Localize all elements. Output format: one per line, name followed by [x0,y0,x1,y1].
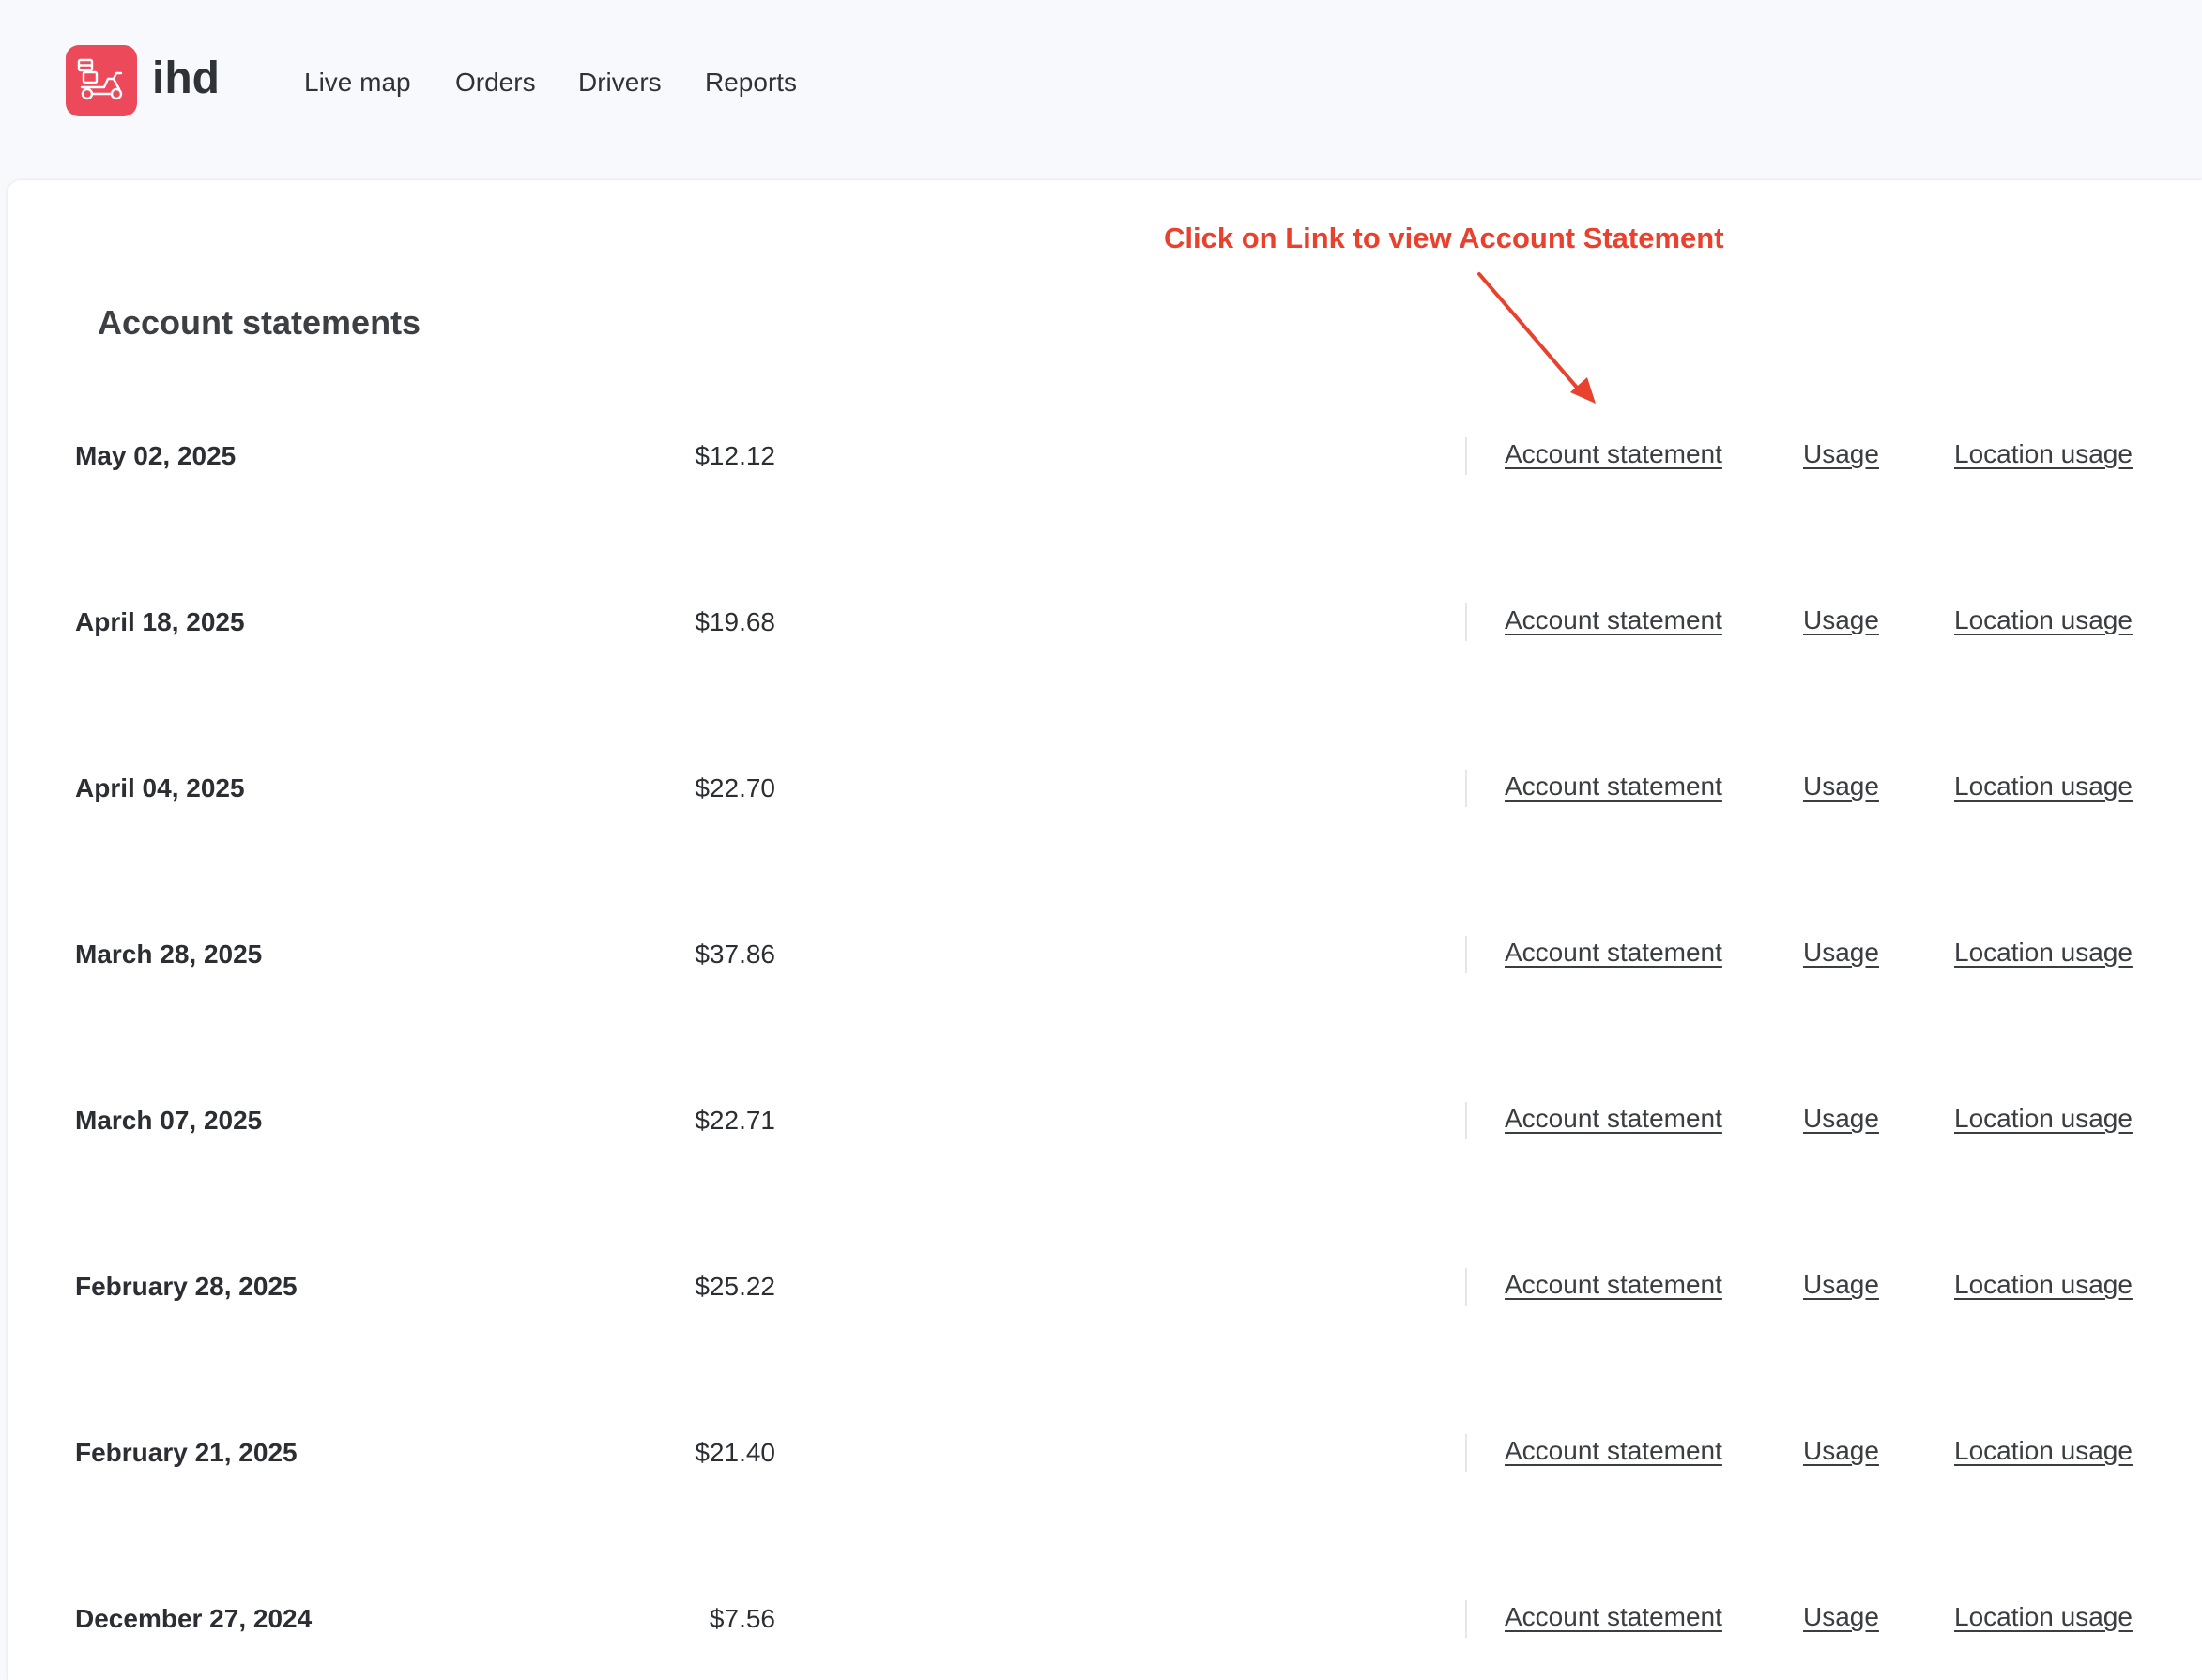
account-statement-link[interactable]: Account statement [1505,1434,1722,1468]
annotation-callout: Click on Link to view Account Statement [1164,221,1724,254]
nav-drivers[interactable]: Drivers [578,64,662,101]
statement-date: February 28, 2025 [75,1272,298,1301]
statement-date: March 28, 2025 [75,939,263,969]
location-usage-link[interactable]: Location usage [1954,1268,2133,1302]
usage-link[interactable]: Usage [1803,437,1879,471]
statement-row: March 28, 2025 $37.86 Account statement … [0,926,2202,983]
location-usage-link[interactable]: Location usage [1954,1102,2133,1136]
annotation-arrow-icon [1477,272,1596,404]
account-statement-link[interactable]: Account statement [1505,1600,1722,1634]
statement-date: May 02, 2025 [75,441,237,470]
usage-link[interactable]: Usage [1803,1102,1879,1136]
brand-name[interactable]: ihd [152,49,220,109]
location-usage-link[interactable]: Location usage [1954,437,2133,471]
location-usage-link[interactable]: Location usage [1954,770,2133,803]
statement-date: April 18, 2025 [75,607,245,636]
location-usage-link[interactable]: Location usage [1954,1434,2133,1468]
usage-link[interactable]: Usage [1803,603,1879,637]
statement-amount: $7.56 [709,1604,775,1633]
account-statement-link[interactable]: Account statement [1505,437,1722,471]
statement-amount: $25.22 [695,1272,775,1301]
usage-link[interactable]: Usage [1803,936,1879,970]
page-title: Account statements [98,303,421,342]
statement-row: April 18, 2025 $19.68 Account statement … [0,594,2202,650]
location-usage-link[interactable]: Location usage [1954,936,2133,970]
account-statement-link[interactable]: Account statement [1505,936,1722,970]
statement-amount: $21.40 [695,1438,775,1467]
location-usage-link[interactable]: Location usage [1954,1600,2133,1634]
statement-amount: $22.71 [695,1106,775,1135]
statement-amount: $37.86 [695,939,775,969]
account-statement-link[interactable]: Account statement [1505,603,1722,637]
statement-row: March 07, 2025 $22.71 Account statement … [0,1092,2202,1149]
statement-row: February 28, 2025 $25.22 Account stateme… [0,1259,2202,1315]
row-divider [1465,936,1467,973]
statement-row: December 27, 2024 $7.56 Account statemen… [0,1591,2202,1647]
account-statement-link[interactable]: Account statement [1505,1268,1722,1302]
scooter-delivery-icon[interactable] [66,45,137,116]
top-navigation-bar: ihd Live map Orders Drivers Reports [0,0,2202,178]
statement-date: March 07, 2025 [75,1106,263,1135]
statement-date: April 04, 2025 [75,773,245,802]
row-divider [1465,1102,1467,1139]
usage-link[interactable]: Usage [1803,770,1879,803]
row-divider [1465,603,1467,641]
usage-link[interactable]: Usage [1803,1434,1879,1468]
statement-row: May 02, 2025 $12.12 Account statement Us… [0,428,2202,484]
statement-amount: $12.12 [695,441,775,470]
location-usage-link[interactable]: Location usage [1954,603,2133,637]
usage-link[interactable]: Usage [1803,1600,1879,1634]
nav-live-map[interactable]: Live map [304,64,411,101]
nav-orders[interactable]: Orders [455,64,536,101]
statement-date: February 21, 2025 [75,1438,298,1467]
usage-link[interactable]: Usage [1803,1268,1879,1302]
row-divider [1465,1600,1467,1638]
row-divider [1465,1434,1467,1472]
row-divider [1465,437,1467,475]
nav-reports[interactable]: Reports [705,64,797,101]
account-statement-link[interactable]: Account statement [1505,1102,1722,1136]
statement-amount: $19.68 [695,607,775,636]
statement-amount: $22.70 [695,773,775,802]
account-statement-link[interactable]: Account statement [1505,770,1722,803]
statement-date: December 27, 2024 [75,1604,313,1633]
statement-row: April 04, 2025 $22.70 Account statement … [0,760,2202,817]
row-divider [1465,770,1467,807]
statement-row: February 21, 2025 $21.40 Account stateme… [0,1425,2202,1481]
row-divider [1465,1268,1467,1306]
